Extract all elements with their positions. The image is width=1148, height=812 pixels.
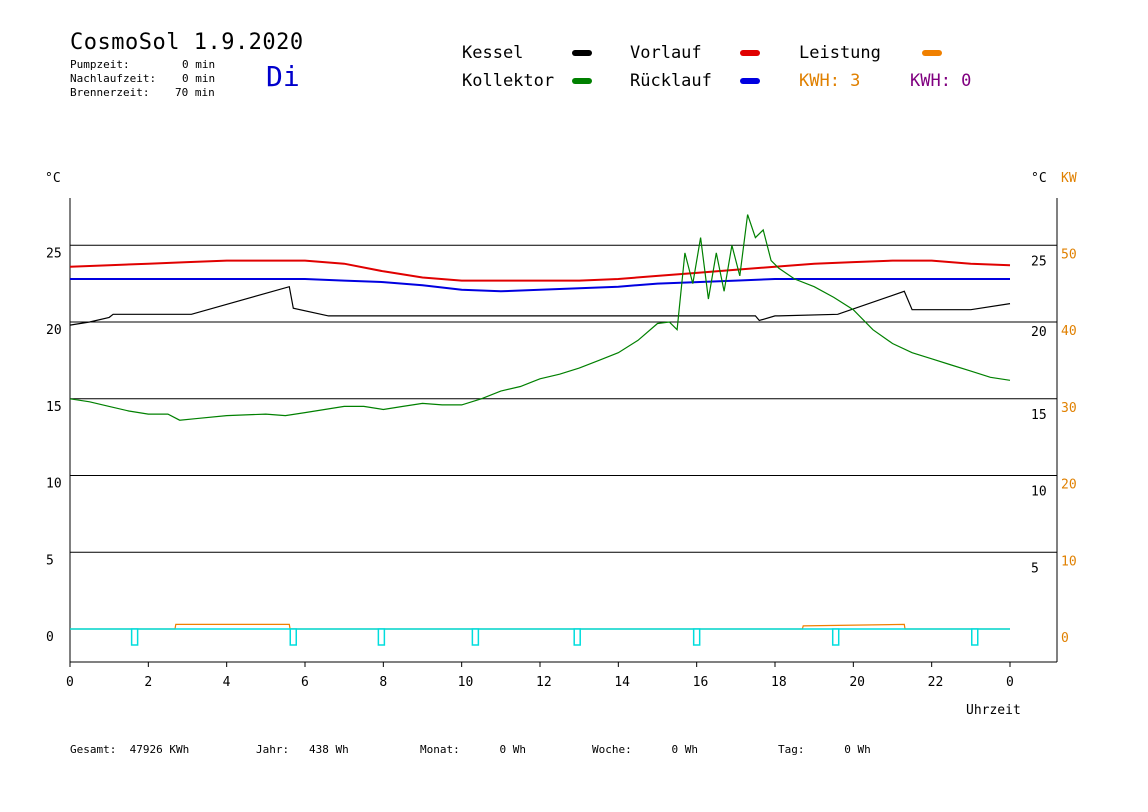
x-axis-label: Uhrzeit [966, 703, 1021, 718]
x-tick-label-9: 18 [771, 675, 787, 690]
pump-pulse-4 [573, 628, 581, 646]
pump-pulse-0 [130, 628, 139, 646]
y-tick-right-15: 15 [1031, 408, 1047, 423]
x-tick-label-12: 0 [1006, 675, 1014, 690]
y-axis-unit-left: °C [45, 171, 61, 186]
series-vorlauf [69, 259, 1011, 282]
pump-pulse-7 [971, 628, 979, 646]
footer-gesamt: Gesamt: 47926 KWh [70, 743, 190, 756]
y-tick-power-0: 0 [1061, 631, 1069, 646]
x-tick-label-10: 20 [849, 675, 865, 690]
x-tick-label-3: 6 [301, 675, 309, 690]
x-tick-label-8: 16 [693, 675, 709, 690]
y-tick-power-50: 50 [1061, 247, 1077, 262]
y-tick-left-25: 25 [46, 246, 62, 261]
y-tick-power-20: 20 [1061, 478, 1077, 493]
x-tick-label-1: 2 [144, 675, 152, 690]
pump-pulse-3 [471, 628, 480, 646]
x-tick-label-4: 8 [379, 675, 387, 690]
y-axis-unit-power: KW [1061, 171, 1077, 186]
x-tick-label-5: 10 [458, 675, 474, 690]
y-tick-left-5: 5 [46, 553, 54, 568]
temperature-chart: 0 5 10 15 20 25 5 10 15 20 25 0 10 20 30 40 50 0 2 4 6 8 10 12 1… [45, 171, 1077, 718]
pump-pulse-5 [692, 628, 701, 646]
x-tick-label-0: 0 [66, 675, 74, 690]
y-tick-power-30: 30 [1061, 401, 1077, 416]
y-tick-left-15: 15 [46, 400, 62, 415]
x-tick-label-7: 14 [614, 675, 630, 690]
x-tick-label-6: 12 [536, 675, 552, 690]
y-tick-left-0: 0 [46, 630, 54, 645]
y-tick-right-5: 5 [1031, 561, 1039, 576]
y-tick-left-10: 10 [46, 477, 62, 492]
y-tick-right-10: 10 [1031, 485, 1047, 500]
footer-monat: Monat: 0 Wh [420, 743, 526, 756]
pump-pulse-2 [377, 628, 386, 646]
pump-pulse-1 [289, 628, 297, 646]
y-tick-right-20: 20 [1031, 325, 1047, 340]
x-tick-label-2: 4 [223, 675, 231, 690]
y-tick-power-10: 10 [1061, 554, 1077, 569]
y-axis-unit-right: °C [1031, 171, 1047, 186]
y-tick-right-25: 25 [1031, 254, 1047, 269]
footer-woche: Woche: 0 Wh [592, 743, 698, 756]
y-tick-left-20: 20 [46, 323, 62, 338]
y-tick-power-40: 40 [1061, 324, 1077, 339]
x-tick-label-11: 22 [928, 675, 944, 690]
footer-jahr: Jahr: 438 Wh [256, 743, 349, 756]
pump-pulse-6 [831, 628, 840, 646]
series-kessel [69, 285, 1011, 326]
footer-tag: Tag: 0 Wh [778, 743, 871, 756]
